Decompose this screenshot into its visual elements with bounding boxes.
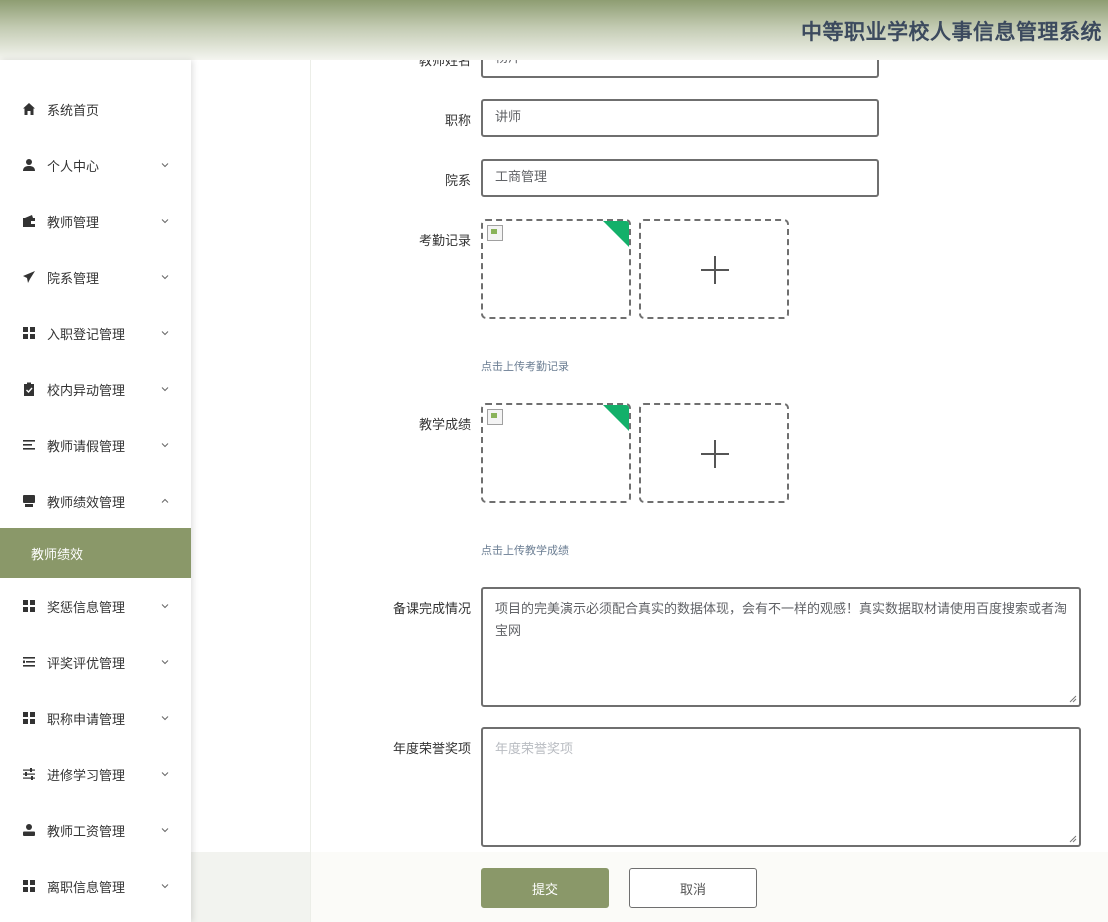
sidebar-item-label: 教师工资管理	[47, 824, 126, 840]
sidebar-item-resignation[interactable]: 离职信息管理	[0, 858, 191, 914]
sidebar-item-salary[interactable]: 教师工资管理	[0, 802, 191, 858]
person-icon	[22, 823, 36, 837]
attendance-upload-tip: 点击上传考勤记录	[481, 360, 569, 373]
app-title: 中等职业学校人事信息管理系统	[801, 20, 1102, 44]
resize-handle-icon[interactable]	[1069, 835, 1077, 843]
honors-textarea[interactable]: 年度荣誉奖项	[481, 727, 1081, 847]
sliders-icon	[22, 767, 36, 781]
content-gutter-footer	[191, 852, 310, 922]
lesson-prep-textarea[interactable]: 项目的完美演示必须配合真实的数据体现，会有不一样的观感！真实数据取材请使用百度搜…	[481, 587, 1081, 707]
sidebar-item-label: 评奖评优管理	[47, 656, 126, 672]
sidebar-item-label: 院系管理	[47, 271, 100, 287]
teacher-name-input[interactable]: 杨洋	[481, 60, 879, 78]
sidebar-item-label: 教师绩效管理	[47, 495, 126, 511]
sidebar-item-label: 职称申请管理	[47, 712, 126, 728]
sidebar-item-label: 奖惩信息管理	[47, 600, 126, 616]
sidebar-item-transfer[interactable]: 校内异动管理	[0, 361, 191, 417]
sidebar-item-onboarding[interactable]: 入职登记管理	[0, 305, 191, 361]
honors-label: 年度荣誉奖项	[392, 742, 471, 757]
cancel-button[interactable]: 取消	[629, 868, 757, 908]
sidebar-item-label: 校内异动管理	[47, 383, 126, 399]
chevron-down-icon	[161, 275, 169, 280]
chevron-down-icon	[161, 884, 169, 889]
sidebar-item-label: 离职信息管理	[47, 880, 126, 896]
send-icon	[22, 270, 36, 284]
sidebar-item-label: 进修学习管理	[47, 768, 126, 784]
list-icon	[22, 438, 36, 452]
teaching-upload-tip: 点击上传教学成绩	[481, 544, 569, 557]
chevron-down-icon	[161, 443, 169, 448]
chevron-down-icon	[161, 716, 169, 721]
grid-icon	[22, 599, 36, 613]
shop-icon	[22, 494, 36, 508]
sidebar-item-leave[interactable]: 教师请假管理	[0, 417, 191, 473]
sidebar: 系统首页 个人中心 教师管理 院系管理 入职登记管理 校内异动管理 教师请假管理…	[0, 60, 191, 922]
chevron-down-icon	[161, 772, 169, 777]
teaching-label: 教学成绩	[418, 418, 471, 433]
sidebar-item-label: 系统首页	[47, 103, 100, 119]
sidebar-item-rewards[interactable]: 奖惩信息管理	[0, 578, 191, 634]
chevron-down-icon	[161, 828, 169, 833]
chevron-down-icon	[161, 163, 169, 168]
title-label: 职称	[444, 114, 471, 129]
upload-success-badge	[602, 405, 629, 432]
resize-handle-icon[interactable]	[1069, 695, 1077, 703]
chevron-down-icon	[161, 604, 169, 609]
grid-icon	[22, 879, 36, 893]
app-header: 中等职业学校人事信息管理系统	[0, 0, 1108, 60]
sidebar-item-teacher-management[interactable]: 教师管理	[0, 193, 191, 249]
chevron-down-icon	[161, 219, 169, 224]
grid-icon	[22, 711, 36, 725]
sidebar-item-title-application[interactable]: 职称申请管理	[0, 690, 191, 746]
wallet-icon	[22, 214, 36, 228]
title-input[interactable]: 讲师	[481, 99, 879, 137]
lesson-prep-text: 项目的完美演示必须配合真实的数据体现，会有不一样的观感！真实数据取材请使用百度搜…	[495, 602, 1068, 639]
submit-button[interactable]: 提交	[481, 868, 609, 908]
sidebar-item-label: 教师管理	[47, 215, 100, 231]
attendance-upload-button[interactable]	[639, 219, 789, 319]
upload-success-badge	[602, 221, 629, 248]
department-label: 院系	[444, 174, 471, 189]
sidebar-subitem-teacher-performance[interactable]: 教师绩效	[0, 528, 191, 578]
broken-image-icon	[487, 409, 503, 425]
attendance-label: 考勤记录	[418, 234, 471, 249]
user-icon	[22, 158, 36, 172]
honors-placeholder: 年度荣誉奖项	[495, 742, 574, 757]
sidebar-item-personal-center[interactable]: 个人中心	[0, 137, 191, 193]
sidebar-item-department-management[interactable]: 院系管理	[0, 249, 191, 305]
chevron-down-icon	[161, 660, 169, 665]
teacher-name-label: 教师姓名	[418, 60, 471, 69]
sidebar-item-label: 入职登记管理	[47, 327, 126, 343]
home-icon	[22, 102, 36, 116]
indent-list-icon	[22, 655, 36, 669]
department-input[interactable]: 工商管理	[481, 159, 879, 197]
broken-image-icon	[487, 225, 503, 241]
lesson-prep-label: 备课完成情况	[392, 602, 471, 617]
sidebar-item-performance[interactable]: 教师绩效管理	[0, 473, 191, 529]
sidebar-item-awards[interactable]: 评奖评优管理	[0, 634, 191, 690]
clipboard-icon	[22, 382, 36, 396]
sidebar-item-training[interactable]: 进修学习管理	[0, 746, 191, 802]
chevron-down-icon	[161, 387, 169, 392]
sidebar-item-home[interactable]: 系统首页	[0, 81, 191, 137]
attendance-image-thumb[interactable]	[481, 219, 631, 319]
chevron-up-icon	[161, 498, 169, 503]
content-gutter	[191, 60, 310, 922]
chevron-down-icon	[161, 331, 169, 336]
sidebar-item-label: 教师请假管理	[47, 439, 126, 455]
teaching-image-thumb[interactable]	[481, 403, 631, 503]
teaching-upload-button[interactable]	[639, 403, 789, 503]
grid-icon	[22, 326, 36, 340]
edit-form: 教师姓名 杨洋 职称 讲师 院系 工商管理 考勤记录 点击上传考勤记录 教学成绩…	[310, 60, 1108, 922]
sidebar-subitem-label: 教师绩效	[31, 547, 84, 563]
sidebar-item-label: 个人中心	[47, 159, 100, 175]
